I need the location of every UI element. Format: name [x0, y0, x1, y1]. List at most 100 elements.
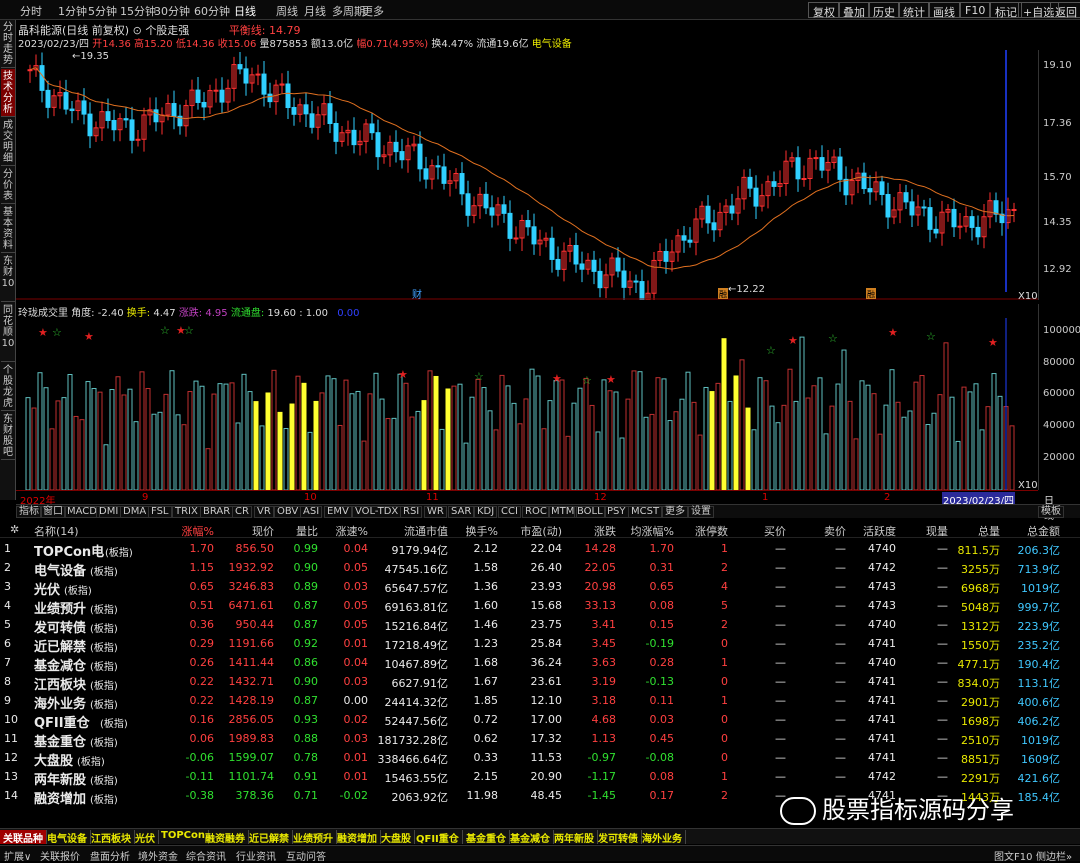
block-tab-2[interactable]: 江西板块 [88, 830, 135, 845]
left-tab-8[interactable]: 东财股吧 [1, 412, 15, 460]
left-tab-5[interactable]: 东财10 [1, 254, 15, 302]
toolbar-button-3[interactable]: 统计 [898, 2, 930, 19]
column-header-act[interactable]: 活跃度 [852, 523, 896, 539]
column-header-lim[interactable]: 涨停数 [682, 523, 728, 539]
table-row[interactable]: 2 电气设备 (板指) 1.15 1932.92 0.90 0.05 47545.16亿 1.5… [0, 559, 1080, 579]
indicator-tab-20[interactable]: MTM [548, 506, 578, 518]
indicator-tab-25[interactable]: 设置 [688, 506, 714, 518]
toolbar-button-4[interactable]: 画线 [928, 2, 960, 19]
column-header-cap[interactable]: 流通市值 [376, 523, 448, 539]
left-tab-0[interactable]: 分时走势 [1, 20, 15, 68]
period-7[interactable]: 周线 [276, 3, 298, 19]
period-10[interactable]: 更多 [362, 3, 384, 19]
sector-name[interactable]: QFII重仓 [34, 712, 90, 731]
indicator-tab-14[interactable]: RSI [400, 506, 423, 518]
table-row[interactable]: 10 QFII重仓 (板指) 0.16 2856.05 0.93 0.02 52447.56亿… [0, 711, 1080, 731]
indicator-tab-16[interactable]: SAR [448, 506, 475, 518]
toolbar-button-2[interactable]: 历史 [868, 2, 900, 19]
left-tab-1[interactable]: 技术分析 [1, 69, 15, 117]
sector-name[interactable]: 业绩预升 [34, 598, 86, 617]
period-8[interactable]: 月线 [304, 3, 326, 19]
indicator-tab-19[interactable]: ROC [522, 506, 550, 518]
sector-name[interactable]: 光伏 [34, 579, 60, 598]
indicator-tab-0[interactable]: 指标 [16, 506, 42, 518]
table-row[interactable]: 3 光伏 (板指) 0.65 3246.83 0.89 0.03 65647.57亿 1.36 2… [0, 578, 1080, 598]
column-header-sell[interactable]: 卖价 [800, 523, 846, 539]
indicator-tab-24[interactable]: 更多 [662, 506, 688, 518]
block-tab-14[interactable]: 发可转债 [595, 830, 642, 845]
toolbar-button-5[interactable]: F10 [960, 2, 991, 18]
sector-name[interactable]: 电气设备 [34, 560, 86, 579]
block-tab-15[interactable]: 海外业务 [639, 830, 686, 845]
period-6[interactable]: 日线 [234, 3, 256, 19]
sector-name[interactable]: 大盘股 [34, 750, 73, 769]
block-tab-13[interactable]: 两年新股 [551, 830, 598, 845]
indicator-tab-23[interactable]: MCST [628, 506, 663, 518]
left-tab-4[interactable]: 基本资料 [1, 205, 15, 253]
block-tab-9[interactable]: 大盘股 [378, 830, 415, 845]
block-tab-7[interactable]: 业绩预升 [290, 830, 337, 845]
period-5[interactable]: 60分钟 [194, 3, 230, 19]
block-tab-10[interactable]: QFII重仓 [413, 830, 463, 845]
block-tab-6[interactable]: 近已解禁 [246, 830, 293, 845]
table-row[interactable]: 1 TOPCon电 (板指) 1.70 856.50 0.99 0.04 9179.94亿 2.… [0, 540, 1080, 560]
block-tab-8[interactable]: 融资增加 [334, 830, 381, 845]
indicator-tab-21[interactable]: BOLL [574, 506, 606, 518]
table-row[interactable]: 11 基金重仓 (板指) 0.06 1989.83 0.88 0.03 181732.28亿 0… [0, 730, 1080, 750]
indicator-tab-15[interactable]: WR [424, 506, 447, 518]
candlestick-chart[interactable]: ←19.35 ←12.22 财 融 融 X10 [16, 50, 1038, 300]
indicator-tab-7[interactable]: BRAR [200, 506, 234, 518]
column-header-spd[interactable]: 涨速% [326, 523, 368, 539]
block-tab-11[interactable]: 基金重仓 [463, 830, 510, 845]
column-header-vol[interactable]: 总量 [952, 523, 1000, 539]
indicator-tab-22[interactable]: PSY [604, 506, 629, 518]
period-0[interactable]: 分时 [20, 3, 42, 19]
column-header-vr[interactable]: 量比 [280, 523, 318, 539]
block-tab-1[interactable]: 电气设备 [44, 830, 91, 845]
table-row[interactable]: 6 近已解禁 (板指) 0.29 1191.66 0.92 0.01 17218.49亿 1.2… [0, 635, 1080, 655]
column-header-avg[interactable]: 均涨幅% [622, 523, 674, 539]
left-tab-7[interactable]: 个股龙虎 [1, 363, 15, 411]
left-tab-2[interactable]: 成交明细 [1, 118, 15, 166]
sector-name[interactable]: 近已解禁 [34, 636, 86, 655]
table-row[interactable]: 4 业绩预升 (板指) 0.51 6471.61 0.87 0.05 69163.81亿 1.6… [0, 597, 1080, 617]
table-row[interactable]: 5 发可转债 (板指) 0.36 950.44 0.87 0.05 15216.84亿 1.46… [0, 616, 1080, 636]
table-row[interactable]: 7 基金减仓 (板指) 0.26 1411.44 0.86 0.04 10467.89亿 1.6… [0, 654, 1080, 674]
indicator-tab-9[interactable]: VR [254, 506, 274, 518]
indicator-tab-10[interactable]: OBV [274, 506, 302, 518]
sector-name[interactable]: TOPCon电 [34, 541, 104, 560]
left-tab-3[interactable]: 分价表 [1, 167, 15, 204]
period-9[interactable]: 多周期 [332, 3, 365, 19]
indicator-tab-5[interactable]: FSL [148, 506, 172, 518]
period-1[interactable]: 1分钟 [58, 3, 87, 19]
indicator-tab-13[interactable]: VOL-TDX [352, 506, 402, 518]
toolbar-button-1[interactable]: 叠加 [838, 2, 870, 19]
table-row[interactable]: 8 江西板块 (板指) 0.22 1432.71 0.90 0.03 6627.91亿 1.67… [0, 673, 1080, 693]
period-2[interactable]: 5分钟 [88, 3, 117, 19]
indicator-tab-4[interactable]: DMA [120, 506, 150, 518]
indicator-tab-3[interactable]: DMI [96, 506, 122, 518]
indicator-tab-17[interactable]: KDJ [474, 506, 498, 518]
column-header-price[interactable]: 现价 [222, 523, 274, 539]
sector-name[interactable]: 海外业务 [34, 693, 86, 712]
table-row[interactable]: 12 大盘股 (板指) -0.06 1599.07 0.78 0.01 338466.64亿 0… [0, 749, 1080, 769]
block-tab-5[interactable]: 融资融券 [202, 830, 249, 845]
column-header-buy[interactable]: 买价 [740, 523, 786, 539]
volume-chart[interactable]: ★ ☆ ★ ☆ ★☆★ ☆ ★ ☆ ★☆★ ☆ ★ ☆ ★X10 [16, 318, 1038, 490]
column-header-pe[interactable]: 市盈(动) [506, 523, 562, 539]
template-button[interactable]: 模板 [1038, 506, 1064, 518]
table-row[interactable]: 13 两年新股 (板指) -0.11 1101.74 0.91 0.01 15463.55亿 2… [0, 768, 1080, 788]
toolbar-button-8[interactable]: 返回 [1050, 2, 1080, 19]
indicator-tab-1[interactable]: 窗口 [40, 506, 66, 518]
sector-name[interactable]: 基金重仓 [34, 731, 86, 750]
settings-gear-icon[interactable]: ✲ [10, 523, 19, 536]
left-tab-6[interactable]: 同花顺10 [1, 303, 15, 362]
period-4[interactable]: 30分钟 [154, 3, 190, 19]
column-header-cur[interactable]: 现量 [900, 523, 948, 539]
sector-name[interactable]: 基金减仓 [34, 655, 86, 674]
column-header-name[interactable]: 名称(14) [34, 523, 114, 539]
block-tab-3[interactable]: 光伏 [132, 830, 159, 845]
indicator-tab-12[interactable]: EMV [324, 506, 352, 518]
sector-name[interactable]: 江西板块 [34, 674, 86, 693]
column-header-diff[interactable]: 涨跌 [568, 523, 616, 539]
